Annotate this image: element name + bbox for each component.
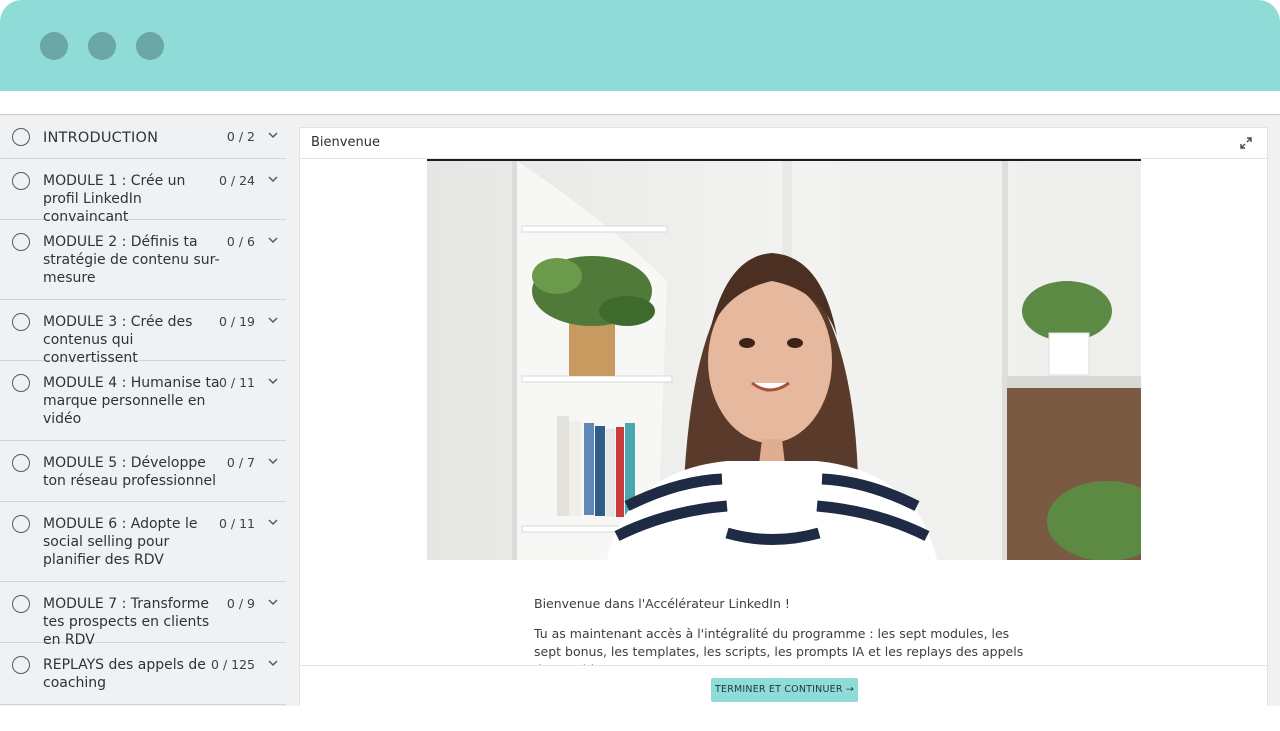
course-sidebar: INTRODUCTION 0 / 2 MODULE 1 : Crée un pr…: [0, 115, 287, 706]
module-count: 0 / 7: [226, 455, 255, 470]
sidebar-module-4[interactable]: MODULE 4 : Humanise ta marque personnell…: [0, 361, 286, 441]
module-count: 0 / 6: [226, 234, 255, 249]
sidebar-module-6[interactable]: MODULE 6 : Adopte le social selling pour…: [0, 502, 286, 582]
complete-and-continue-button[interactable]: TERMINER ET CONTINUER →: [711, 678, 858, 702]
chevron-down-icon[interactable]: [266, 595, 280, 609]
module-count: 0 / 24: [218, 173, 255, 188]
circle-icon: [12, 233, 30, 251]
module-count: 0 / 19: [218, 314, 255, 329]
circle-icon: [12, 515, 30, 533]
chevron-down-icon[interactable]: [266, 454, 280, 468]
module-title: REPLAYS des appels de coaching: [43, 657, 206, 691]
video-player[interactable]: [427, 159, 1141, 560]
top-strip: [0, 91, 1280, 115]
chevron-down-icon[interactable]: [266, 313, 280, 327]
chevron-down-icon[interactable]: [266, 656, 280, 670]
module-title: MODULE 1 : Crée un profil LinkedIn conva…: [43, 173, 186, 225]
window-titlebar: [0, 0, 1280, 91]
sidebar-module-replays[interactable]: REPLAYS des appels de coaching 0 / 125: [0, 643, 286, 705]
lesson-intro: Bienvenue dans l'Accélérateur LinkedIn !: [534, 596, 790, 611]
module-title: MODULE 7 : Transforme tes prospects en c…: [43, 596, 210, 648]
video-thumbnail: [427, 161, 1141, 560]
module-title: MODULE 4 : Humanise ta marque personnell…: [43, 375, 220, 427]
browser-window: INTRODUCTION 0 / 2 MODULE 1 : Crée un pr…: [0, 0, 1280, 731]
circle-icon: [12, 313, 30, 331]
circle-icon: [12, 128, 30, 146]
window-close-button[interactable]: [40, 32, 68, 60]
chevron-down-icon[interactable]: [266, 172, 280, 186]
circle-icon: [12, 656, 30, 674]
lesson-panel: Bienvenue Bienvenue dans l'Accélérateur …: [299, 127, 1268, 706]
module-count: 0 / 11: [218, 516, 255, 531]
window-minimize-button[interactable]: [88, 32, 116, 60]
circle-icon: [12, 454, 30, 472]
module-title: MODULE 3 : Crée des contenus qui convert…: [43, 314, 193, 366]
module-count: 0 / 9: [226, 596, 255, 611]
window-maximize-button[interactable]: [136, 32, 164, 60]
lesson-title: Bienvenue: [311, 135, 380, 150]
module-title: MODULE 6 : Adopte le social selling pour…: [43, 516, 198, 568]
chevron-down-icon[interactable]: [266, 233, 280, 247]
lesson-header: Bienvenue: [300, 128, 1267, 159]
sidebar-module-introduction[interactable]: INTRODUCTION 0 / 2: [0, 115, 286, 159]
chevron-down-icon[interactable]: [266, 374, 280, 388]
sidebar-module-2[interactable]: MODULE 2 : Définis ta stratégie de conte…: [0, 220, 286, 300]
circle-icon: [12, 595, 30, 613]
lesson-footer: TERMINER ET CONTINUER →: [300, 665, 1267, 706]
course-player: INTRODUCTION 0 / 2 MODULE 1 : Crée un pr…: [0, 115, 1280, 706]
sidebar-module-5[interactable]: MODULE 5 : Développe ton réseau professi…: [0, 441, 286, 502]
module-title: MODULE 5 : Développe ton réseau professi…: [43, 455, 216, 489]
module-count: 0 / 2: [226, 129, 255, 144]
sidebar-module-3[interactable]: MODULE 3 : Crée des contenus qui convert…: [0, 300, 286, 366]
expand-icon[interactable]: [1239, 136, 1253, 150]
sidebar-module-1[interactable]: MODULE 1 : Crée un profil LinkedIn conva…: [0, 159, 286, 225]
sidebar-module-7[interactable]: MODULE 7 : Transforme tes prospects en c…: [0, 582, 286, 648]
circle-icon: [12, 172, 30, 190]
module-title: INTRODUCTION: [43, 130, 159, 146]
chevron-down-icon[interactable]: [266, 515, 280, 529]
module-count: 0 / 11: [218, 375, 255, 390]
module-count: 0 / 125: [211, 657, 255, 672]
chevron-down-icon[interactable]: [266, 128, 280, 142]
module-title: MODULE 2 : Définis ta stratégie de conte…: [43, 234, 220, 286]
circle-icon: [12, 374, 30, 392]
